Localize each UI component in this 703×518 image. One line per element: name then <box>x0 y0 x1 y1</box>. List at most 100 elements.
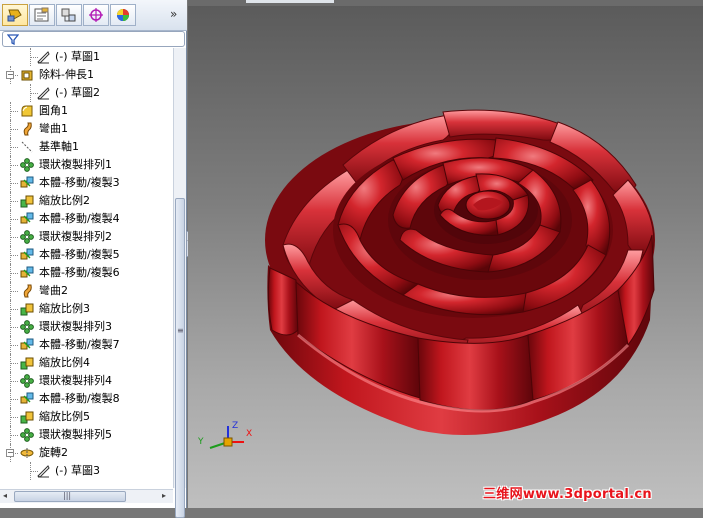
feature-tree-item-label: 環狀複製排列2 <box>39 230 112 243</box>
feature-tree-item-label: 本體-移動/複製4 <box>39 212 120 225</box>
horizontal-scrollbar[interactable]: ◂ ||| ▸ <box>0 489 173 503</box>
horizontal-scroll-thumb[interactable]: ||| <box>14 491 126 502</box>
feature-tree-item[interactable]: 環狀複製排列2 <box>0 228 172 246</box>
rose-model <box>265 109 655 435</box>
feature-tree-item[interactable]: 彎曲2 <box>0 282 172 300</box>
sketch-icon <box>37 465 50 478</box>
property-manager-icon <box>34 7 49 22</box>
feature-tree-item[interactable]: 環狀複製排列3 <box>0 318 172 336</box>
sketch-icon <box>37 87 50 100</box>
feature-manager-panel: » (-) 草圖1 − 除料-伸長1 (-) 草圖2 圓角1 彎曲1 基準軸1 環狀複製排列1… <box>0 0 187 518</box>
dimxpert-tab[interactable] <box>83 4 109 26</box>
move-copy-body-icon <box>20 176 34 188</box>
feature-tree-item-label: 本體-移動/複製5 <box>39 248 120 261</box>
move-copy-body-icon <box>20 392 34 404</box>
feature-tree-item-label: 彎曲2 <box>39 284 68 297</box>
tree-collapse-toggle[interactable]: − <box>6 449 14 457</box>
tree-connector-line <box>10 129 18 130</box>
scale-icon <box>20 411 34 424</box>
feature-tree-item-label: 縮放比例4 <box>39 356 90 369</box>
hscroll-grip-icon: ||| <box>63 491 72 500</box>
display-manager-tab[interactable] <box>110 4 136 26</box>
feature-tree-item[interactable]: 縮放比例4 <box>0 354 172 372</box>
scale-icon <box>20 357 34 370</box>
fillet-icon <box>21 105 33 117</box>
panel-tab-bar: » <box>0 0 187 31</box>
flex-icon <box>23 284 32 298</box>
feature-manager-tab[interactable] <box>2 4 28 26</box>
tree-connector-line <box>10 309 18 310</box>
feature-tree-item[interactable]: 本體-移動/複製5 <box>0 246 172 264</box>
feature-tree-item-label: 縮放比例3 <box>39 302 90 315</box>
feature-tree-item[interactable]: 本體-移動/複製7 <box>0 336 172 354</box>
feature-tree-item-label: (-) 草圖2 <box>55 86 101 99</box>
feature-tree-item-label: 縮放比例2 <box>39 194 90 207</box>
circular-pattern-icon <box>20 158 34 172</box>
feature-tree: (-) 草圖1 − 除料-伸長1 (-) 草圖2 圓角1 彎曲1 基準軸1 環狀複製排列1 本體… <box>0 48 172 488</box>
tree-connector-line <box>10 291 18 292</box>
feature-tree-item[interactable]: (-) 草圖1 <box>0 48 172 66</box>
tree-connector-line <box>10 273 18 274</box>
feature-tree-item[interactable]: − 除料-伸長1 <box>0 66 172 84</box>
feature-tree-item[interactable]: 圓角1 <box>0 102 172 120</box>
scroll-left-arrow-icon[interactable]: ◂ <box>3 491 7 500</box>
vertical-scrollbar[interactable]: ≡ <box>173 48 186 518</box>
more-tabs-button[interactable]: » <box>170 7 177 21</box>
feature-tree-item-label: 環狀複製排列1 <box>39 158 112 171</box>
feature-tree-item[interactable]: 環狀複製排列5 <box>0 426 172 444</box>
feature-tree-item[interactable]: 縮放比例2 <box>0 192 172 210</box>
feature-tree-item[interactable]: 彎曲1 <box>0 120 172 138</box>
feature-tree-item[interactable]: 本體-移動/複製8 <box>0 390 172 408</box>
feature-tree-item[interactable]: 縮放比例3 <box>0 300 172 318</box>
revolve-icon <box>20 448 34 458</box>
feature-tree-item[interactable]: 本體-移動/複製3 <box>0 174 172 192</box>
feature-tree-item-label: 彎曲1 <box>39 122 68 135</box>
tree-connector-line <box>10 345 18 346</box>
feature-tree-item-label: 環狀複製排列3 <box>39 320 112 333</box>
feature-tree-item-label: 環狀複製排列5 <box>39 428 112 441</box>
feature-tree-item-label: 本體-移動/複製8 <box>39 392 120 405</box>
tree-connector-line <box>10 435 18 436</box>
tree-connector-line <box>10 237 18 238</box>
tree-connector-line <box>10 381 18 382</box>
tree-connector-line <box>10 183 18 184</box>
vertical-scroll-thumb[interactable] <box>175 198 185 518</box>
scale-icon <box>20 195 34 208</box>
graphics-area[interactable]: X Y Z 三维网www.3dportal.cn <box>188 0 703 508</box>
watermark-text: 三维网www.3dportal.cn <box>483 487 652 502</box>
feature-tree-item[interactable]: − 旋轉2 <box>0 444 172 462</box>
configuration-icon <box>61 8 76 22</box>
axis-icon <box>21 141 33 153</box>
tree-connector-line <box>10 363 18 364</box>
feature-tree-item-label: 縮放比例5 <box>39 410 90 423</box>
configuration-manager-tab[interactable] <box>56 4 82 26</box>
feature-tree-item[interactable]: 本體-移動/複製4 <box>0 210 172 228</box>
tree-connector-line <box>10 147 18 148</box>
feature-tree-item-label: 旋轉2 <box>39 446 68 459</box>
scroll-right-arrow-icon[interactable]: ▸ <box>162 491 166 500</box>
feature-tree-item[interactable]: (-) 草圖3 <box>0 462 172 480</box>
property-manager-tab[interactable] <box>29 4 55 26</box>
move-copy-body-icon <box>20 338 34 350</box>
feature-tree-icon <box>7 9 22 22</box>
circular-pattern-icon <box>20 320 34 334</box>
flex-icon <box>23 122 32 136</box>
tree-filter-input[interactable] <box>2 31 185 47</box>
extruded-cut-icon <box>21 70 33 81</box>
feature-tree-item-label: 本體-移動/複製6 <box>39 266 120 279</box>
scroll-grip-icon: ≡ <box>177 326 184 335</box>
feature-tree-item[interactable]: 本體-移動/複製6 <box>0 264 172 282</box>
feature-tree-item[interactable]: 環狀複製排列4 <box>0 372 172 390</box>
feature-tree-item[interactable]: 縮放比例5 <box>0 408 172 426</box>
feature-tree-item-label: 本體-移動/複製3 <box>39 176 120 189</box>
color-wheel-icon <box>117 9 129 21</box>
move-copy-body-icon <box>20 248 34 260</box>
feature-tree-item[interactable]: 基準軸1 <box>0 138 172 156</box>
feature-tree-item[interactable]: 環狀複製排列1 <box>0 156 172 174</box>
feature-tree-item[interactable]: (-) 草圖2 <box>0 84 172 102</box>
crosshair-icon <box>89 8 103 22</box>
tree-collapse-toggle[interactable]: − <box>6 71 14 79</box>
tree-connector-line <box>10 399 18 400</box>
tree-connector-line <box>10 165 18 166</box>
circular-pattern-icon <box>20 230 34 244</box>
